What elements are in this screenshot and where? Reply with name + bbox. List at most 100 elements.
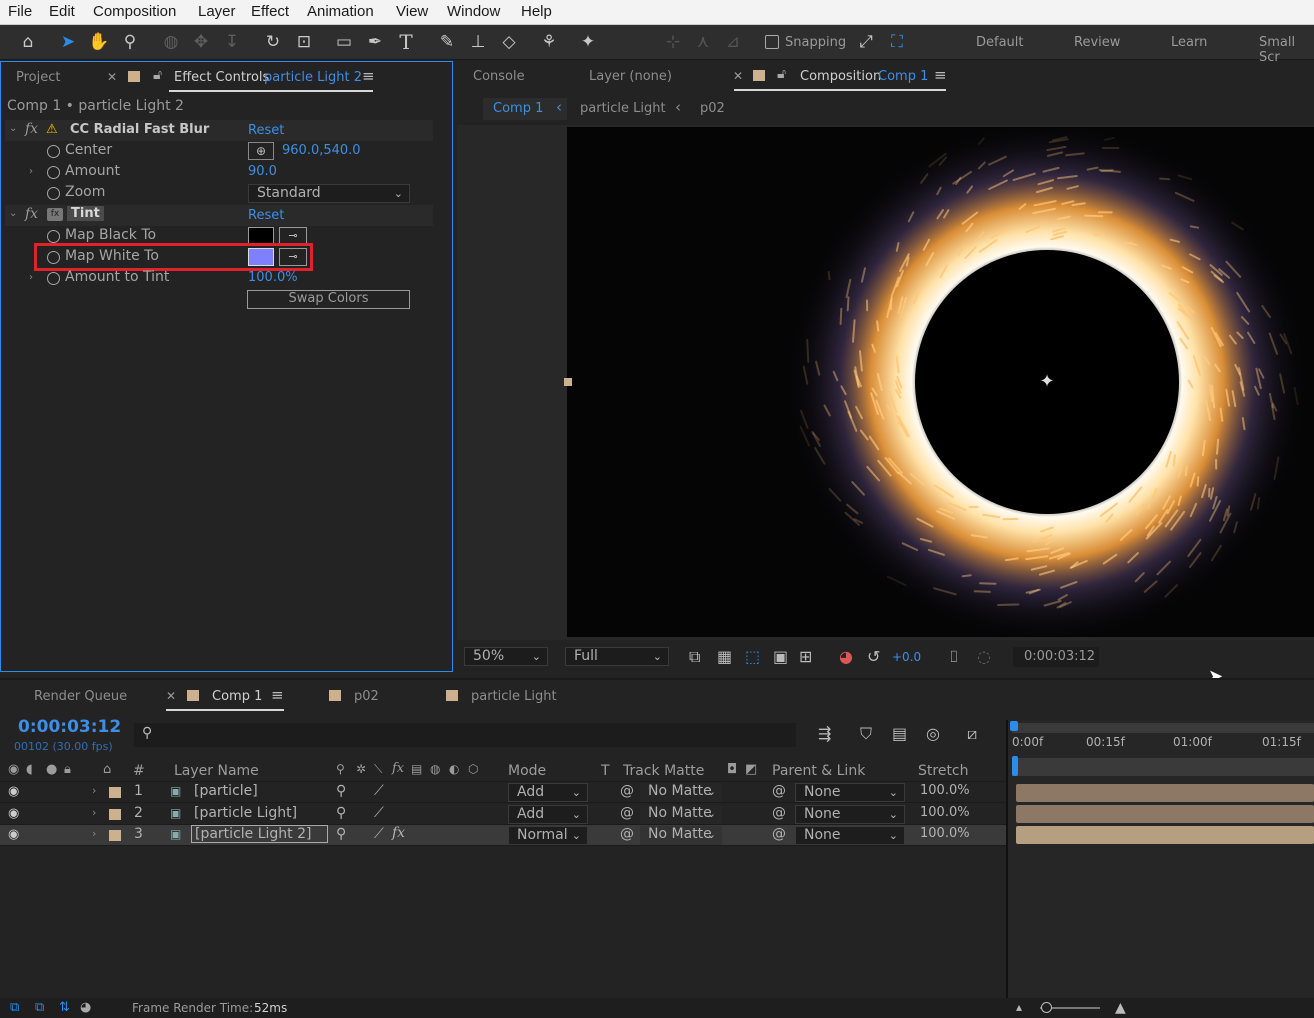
snap-grid-icon[interactable]: ⛶: [884, 28, 910, 56]
layer-duration-bar[interactable]: [1016, 784, 1314, 802]
spiral-icon[interactable]: @: [620, 805, 634, 821]
zoom-in-icon[interactable]: ▲: [1115, 1000, 1126, 1016]
layer-name[interactable]: [particle Light]: [194, 805, 297, 821]
workspace-learn[interactable]: Learn: [1171, 35, 1207, 50]
home-icon[interactable]: ⌂: [15, 28, 41, 56]
layer-duration-bar[interactable]: [1016, 805, 1314, 823]
anchor-point-icon[interactable]: ✦: [1036, 371, 1058, 393]
fx-icon[interactable]: fx: [25, 121, 38, 137]
workspace-default[interactable]: Default: [976, 35, 1024, 50]
mode-dropdown[interactable]: Normal⌄: [508, 826, 588, 845]
effect-layer-name[interactable]: particle Light 2: [264, 70, 362, 85]
close-icon[interactable]: ✕: [733, 69, 743, 83]
track-matte-dropdown[interactable]: No Matte⌄: [640, 783, 722, 802]
lock-icon[interactable]: 🔓︎: [777, 66, 786, 82]
snap-options-icon[interactable]: ⤢: [853, 28, 879, 56]
menu-effect[interactable]: Effect: [251, 3, 289, 20]
reset-exposure-icon[interactable]: ↺: [867, 647, 880, 666]
panel-menu-icon[interactable]: ≡: [271, 686, 284, 704]
layer-name[interactable]: [particle Light 2]: [191, 825, 328, 843]
audio-icon[interactable]: ◖: [26, 762, 33, 777]
stretch-value[interactable]: 100.0%: [920, 826, 970, 841]
fx-icon[interactable]: fx: [392, 825, 405, 841]
puppet-pin-icon[interactable]: ✦: [575, 28, 601, 56]
canvas-handle[interactable]: [564, 378, 572, 386]
amount-value[interactable]: 90.0: [248, 164, 277, 179]
stopwatch-icon[interactable]: [47, 145, 60, 158]
effect-row-tint[interactable]: ⌄ fx fx Tint Reset: [5, 205, 433, 226]
snapping-checkbox[interactable]: [765, 35, 779, 49]
mask-visibility-icon[interactable]: ⬚: [745, 647, 760, 666]
quality-icon[interactable]: ⟋: [374, 826, 384, 842]
exposure-value[interactable]: +0.0: [892, 650, 921, 664]
eye-icon[interactable]: ◉: [8, 806, 19, 821]
graph-editor-icon[interactable]: ⧄: [967, 724, 977, 744]
zoom-tool-icon[interactable]: ⚲: [117, 28, 143, 56]
stretch-value[interactable]: 100.0%: [920, 805, 970, 820]
motion-blur-icon[interactable]: ◍: [430, 762, 440, 776]
effect-row-radial-blur[interactable]: ⌄ fx ⚠ CC Radial Fast Blur Reset: [5, 120, 433, 141]
chevron-right-icon[interactable]: ›: [92, 784, 96, 797]
menu-layer[interactable]: Layer: [198, 3, 236, 20]
shy-icon[interactable]: ⚲: [336, 762, 345, 776]
menu-edit[interactable]: Edit: [49, 3, 75, 20]
table-row[interactable]: ◉ › 1 ▣ [particle] ⚲ ⟋ Add⌄ @ No Matte⌄ …: [0, 782, 1006, 803]
frame-blend-icon[interactable]: ▤: [411, 762, 422, 776]
flow-comp-1[interactable]: Comp 1: [493, 101, 543, 116]
amount-tint-value[interactable]: 100.0%: [248, 270, 298, 285]
clone-stamp-icon[interactable]: ⊥: [465, 28, 491, 56]
transparency-grid-icon[interactable]: ▦: [717, 647, 732, 666]
eye-icon[interactable]: ◉: [8, 762, 19, 777]
chevron-down-icon[interactable]: ⌄: [9, 208, 17, 219]
adjustment-icon[interactable]: ◐: [449, 762, 459, 776]
render-time-toggle-icon[interactable]: ◕: [80, 1000, 91, 1015]
selection-tool-icon[interactable]: ➤: [55, 28, 81, 56]
draft-3d-icon[interactable]: ⛉: [860, 724, 872, 744]
tab-comp-1[interactable]: Comp 1: [212, 689, 262, 704]
align-world-icon[interactable]: ⋏: [690, 28, 716, 56]
menu-composition[interactable]: Composition: [93, 3, 176, 20]
menu-file[interactable]: File: [8, 3, 32, 20]
current-time-indicator[interactable]: [1012, 756, 1018, 776]
eye-icon[interactable]: ◉: [8, 784, 19, 799]
current-time[interactable]: 0:00:03:12: [18, 717, 121, 737]
channel-rgb-icon[interactable]: ◕: [839, 647, 853, 666]
work-area-bar[interactable]: [1012, 723, 1314, 733]
pen-tool-icon[interactable]: ✒: [362, 28, 388, 56]
dolly-camera-icon[interactable]: ↧: [219, 28, 245, 56]
solo-icon[interactable]: ●: [46, 762, 57, 777]
tab-console[interactable]: Console: [473, 69, 525, 84]
zoom-slider-handle[interactable]: [1041, 1002, 1052, 1013]
toggle-transfer-icon[interactable]: ⧉: [35, 1000, 44, 1015]
motion-blur-icon[interactable]: ◎: [926, 724, 940, 743]
col-layer-name[interactable]: Layer Name: [174, 763, 259, 779]
viewer-timecode[interactable]: 0:00:03:12: [1013, 647, 1099, 667]
shy-icon[interactable]: ⚲: [336, 826, 346, 842]
grid-guides-icon[interactable]: ⊞: [799, 647, 812, 666]
pan-camera-icon[interactable]: ✥: [188, 28, 214, 56]
menu-animation[interactable]: Animation: [307, 3, 374, 20]
chevron-right-icon[interactable]: ›: [92, 827, 96, 840]
fx-icon[interactable]: fx: [25, 206, 38, 222]
stopwatch-icon[interactable]: [47, 166, 60, 179]
quality-icon[interactable]: ⟋: [374, 805, 384, 821]
table-row-selected[interactable]: ◉ › 3 ▣ [particle Light 2] ⚲ ⟋ fx Normal…: [0, 825, 1006, 846]
stopwatch-icon[interactable]: [47, 230, 60, 243]
resolution-dropdown[interactable]: Full ⌄: [565, 647, 669, 666]
spiral-icon[interactable]: @: [620, 826, 634, 842]
eraser-tool-icon[interactable]: ◇: [496, 28, 522, 56]
zoom-out-icon[interactable]: ▴: [1016, 1000, 1022, 1014]
comp-name[interactable]: Comp 1: [878, 69, 928, 84]
fast-previews-icon[interactable]: ⧉: [689, 647, 700, 667]
pick-whip-icon[interactable]: @: [772, 805, 786, 821]
track-matte-dropdown[interactable]: No Matte⌄: [640, 805, 722, 824]
stretch-value[interactable]: 100.0%: [920, 783, 970, 798]
tab-p02[interactable]: p02: [354, 689, 379, 704]
tab-particle-light[interactable]: particle Light: [471, 689, 557, 704]
reset-button[interactable]: Reset: [248, 208, 284, 223]
viewer-canvas[interactable]: ✦: [567, 127, 1314, 637]
work-area-start-handle[interactable]: [1010, 721, 1018, 731]
chevron-down-icon[interactable]: ⌄: [9, 123, 17, 134]
chevron-right-icon[interactable]: ›: [29, 166, 33, 177]
type-tool-icon[interactable]: T: [393, 28, 419, 56]
